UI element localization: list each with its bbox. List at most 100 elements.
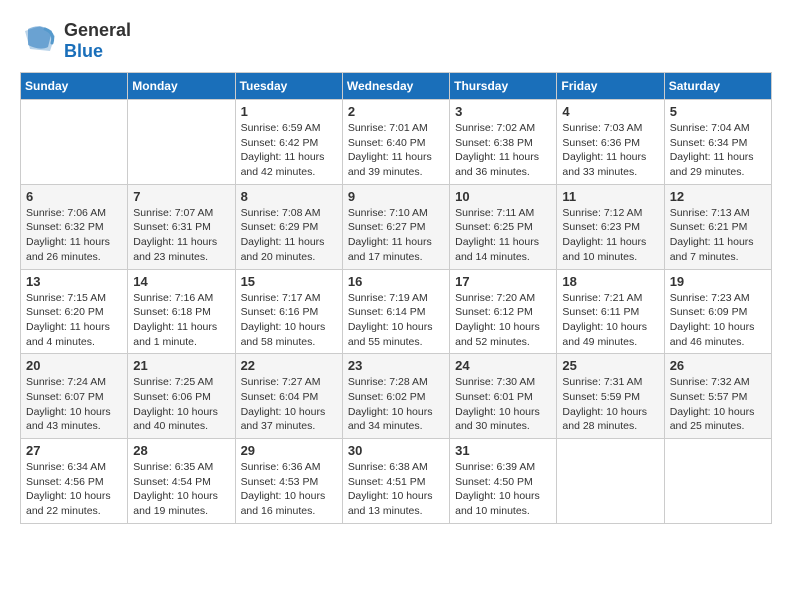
day-detail: Sunrise: 7:03 AM Sunset: 6:36 PM Dayligh… [562,121,658,180]
day-number: 6 [26,189,122,204]
weekday-header-row: SundayMondayTuesdayWednesdayThursdayFrid… [21,73,772,100]
calendar-cell: 20 Sunrise: 7:24 AM Sunset: 6:07 PM Dayli… [21,354,128,439]
day-number: 13 [26,274,122,289]
week-row-3: 13 Sunrise: 7:15 AM Sunset: 6:20 PM Dayli… [21,269,772,354]
day-number: 16 [348,274,444,289]
day-number: 9 [348,189,444,204]
day-number: 19 [670,274,766,289]
week-row-5: 27Sunrise: 6:34 AM Sunset: 4:56 PM Dayli… [21,439,772,524]
day-detail: Sunrise: 7:17 AM Sunset: 6:16 PM Dayligh… [241,291,337,350]
day-number: 30 [348,443,444,458]
calendar-cell: 7 Sunrise: 7:07 AM Sunset: 6:31 PM Daylig… [128,184,235,269]
day-detail: Sunrise: 7:32 AM Sunset: 5:57 PM Dayligh… [670,375,766,434]
calendar-cell: 4 Sunrise: 7:03 AM Sunset: 6:36 PM Daylig… [557,100,664,185]
day-detail: Sunrise: 7:27 AM Sunset: 6:04 PM Dayligh… [241,375,337,434]
day-detail: Sunrise: 7:02 AM Sunset: 6:38 PM Dayligh… [455,121,551,180]
calendar-cell: 1 Sunrise: 6:59 AM Sunset: 6:42 PM Daylig… [235,100,342,185]
calendar-cell [21,100,128,185]
day-detail: Sunrise: 6:35 AM Sunset: 4:54 PM Dayligh… [133,460,229,519]
calendar-cell: 30 Sunrise: 6:38 AM Sunset: 4:51 PM Dayli… [342,439,449,524]
day-detail: Sunrise: 7:15 AM Sunset: 6:20 PM Dayligh… [26,291,122,350]
calendar-cell: 12 Sunrise: 7:13 AM Sunset: 6:21 PM Dayli… [664,184,771,269]
weekday-header-monday: Monday [128,73,235,100]
day-detail: Sunrise: 6:59 AM Sunset: 6:42 PM Dayligh… [241,121,337,180]
day-detail: Sunrise: 6:39 AM Sunset: 4:50 PM Dayligh… [455,460,551,519]
day-detail: Sunrise: 7:19 AM Sunset: 6:14 PM Dayligh… [348,291,444,350]
weekday-header-tuesday: Tuesday [235,73,342,100]
calendar-cell: 18 Sunrise: 7:21 AM Sunset: 6:11 PM Dayli… [557,269,664,354]
calendar-cell: 14 Sunrise: 7:16 AM Sunset: 6:18 PM Dayli… [128,269,235,354]
weekday-header-wednesday: Wednesday [342,73,449,100]
day-detail: Sunrise: 7:04 AM Sunset: 6:34 PM Dayligh… [670,121,766,180]
calendar-cell: 26 Sunrise: 7:32 AM Sunset: 5:57 PM Dayli… [664,354,771,439]
calendar-cell [664,439,771,524]
day-detail: Sunrise: 7:10 AM Sunset: 6:27 PM Dayligh… [348,206,444,265]
calendar-cell: 22Sunrise: 7:27 AM Sunset: 6:04 PM Dayli… [235,354,342,439]
calendar-cell: 13 Sunrise: 7:15 AM Sunset: 6:20 PM Dayli… [21,269,128,354]
day-detail: Sunrise: 7:25 AM Sunset: 6:06 PM Dayligh… [133,375,229,434]
calendar-cell: 28Sunrise: 6:35 AM Sunset: 4:54 PM Dayli… [128,439,235,524]
calendar-cell: 11 Sunrise: 7:12 AM Sunset: 6:23 PM Dayli… [557,184,664,269]
day-number: 12 [670,189,766,204]
logo-icon [20,21,60,61]
calendar-cell: 6 Sunrise: 7:06 AM Sunset: 6:32 PM Daylig… [21,184,128,269]
week-row-4: 20 Sunrise: 7:24 AM Sunset: 6:07 PM Dayli… [21,354,772,439]
weekday-header-saturday: Saturday [664,73,771,100]
day-detail: Sunrise: 6:34 AM Sunset: 4:56 PM Dayligh… [26,460,122,519]
calendar-cell: 9 Sunrise: 7:10 AM Sunset: 6:27 PM Daylig… [342,184,449,269]
calendar-cell: 10 Sunrise: 7:11 AM Sunset: 6:25 PM Dayli… [450,184,557,269]
day-number: 7 [133,189,229,204]
calendar-cell: 2Sunrise: 7:01 AM Sunset: 6:40 PM Daylig… [342,100,449,185]
day-number: 18 [562,274,658,289]
calendar-cell: 3 Sunrise: 7:02 AM Sunset: 6:38 PM Daylig… [450,100,557,185]
day-detail: Sunrise: 7:07 AM Sunset: 6:31 PM Dayligh… [133,206,229,265]
day-number: 2 [348,104,444,119]
calendar-cell: 29Sunrise: 6:36 AM Sunset: 4:53 PM Dayli… [235,439,342,524]
day-number: 29 [241,443,337,458]
weekday-header-thursday: Thursday [450,73,557,100]
day-number: 24 [455,358,551,373]
calendar-cell: 24Sunrise: 7:30 AM Sunset: 6:01 PM Dayli… [450,354,557,439]
day-detail: Sunrise: 7:08 AM Sunset: 6:29 PM Dayligh… [241,206,337,265]
day-detail: Sunrise: 7:20 AM Sunset: 6:12 PM Dayligh… [455,291,551,350]
day-detail: Sunrise: 7:11 AM Sunset: 6:25 PM Dayligh… [455,206,551,265]
day-number: 17 [455,274,551,289]
day-detail: Sunrise: 7:13 AM Sunset: 6:21 PM Dayligh… [670,206,766,265]
day-number: 1 [241,104,337,119]
weekday-header-friday: Friday [557,73,664,100]
calendar-cell: 8 Sunrise: 7:08 AM Sunset: 6:29 PM Daylig… [235,184,342,269]
day-number: 14 [133,274,229,289]
week-row-2: 6 Sunrise: 7:06 AM Sunset: 6:32 PM Daylig… [21,184,772,269]
calendar-cell [557,439,664,524]
day-number: 25 [562,358,658,373]
day-number: 4 [562,104,658,119]
calendar-cell [128,100,235,185]
calendar-cell: 17 Sunrise: 7:20 AM Sunset: 6:12 PM Dayli… [450,269,557,354]
header: General Blue [20,20,772,62]
day-number: 5 [670,104,766,119]
day-detail: Sunrise: 6:38 AM Sunset: 4:51 PM Dayligh… [348,460,444,519]
calendar-cell: 15Sunrise: 7:17 AM Sunset: 6:16 PM Dayli… [235,269,342,354]
day-detail: Sunrise: 7:23 AM Sunset: 6:09 PM Dayligh… [670,291,766,350]
day-number: 21 [133,358,229,373]
day-number: 8 [241,189,337,204]
day-detail: Sunrise: 7:28 AM Sunset: 6:02 PM Dayligh… [348,375,444,434]
day-number: 10 [455,189,551,204]
calendar-cell: 25Sunrise: 7:31 AM Sunset: 5:59 PM Dayli… [557,354,664,439]
day-number: 26 [670,358,766,373]
day-number: 3 [455,104,551,119]
logo: General Blue [20,20,131,62]
day-detail: Sunrise: 7:06 AM Sunset: 6:32 PM Dayligh… [26,206,122,265]
calendar-cell: 21 Sunrise: 7:25 AM Sunset: 6:06 PM Dayli… [128,354,235,439]
day-detail: Sunrise: 7:24 AM Sunset: 6:07 PM Dayligh… [26,375,122,434]
day-detail: Sunrise: 7:16 AM Sunset: 6:18 PM Dayligh… [133,291,229,350]
day-number: 23 [348,358,444,373]
day-detail: Sunrise: 7:12 AM Sunset: 6:23 PM Dayligh… [562,206,658,265]
day-detail: Sunrise: 7:21 AM Sunset: 6:11 PM Dayligh… [562,291,658,350]
day-number: 20 [26,358,122,373]
calendar-cell: 16 Sunrise: 7:19 AM Sunset: 6:14 PM Dayli… [342,269,449,354]
calendar-cell: 27Sunrise: 6:34 AM Sunset: 4:56 PM Dayli… [21,439,128,524]
day-number: 11 [562,189,658,204]
calendar-cell: 31Sunrise: 6:39 AM Sunset: 4:50 PM Dayli… [450,439,557,524]
week-row-1: 1 Sunrise: 6:59 AM Sunset: 6:42 PM Daylig… [21,100,772,185]
